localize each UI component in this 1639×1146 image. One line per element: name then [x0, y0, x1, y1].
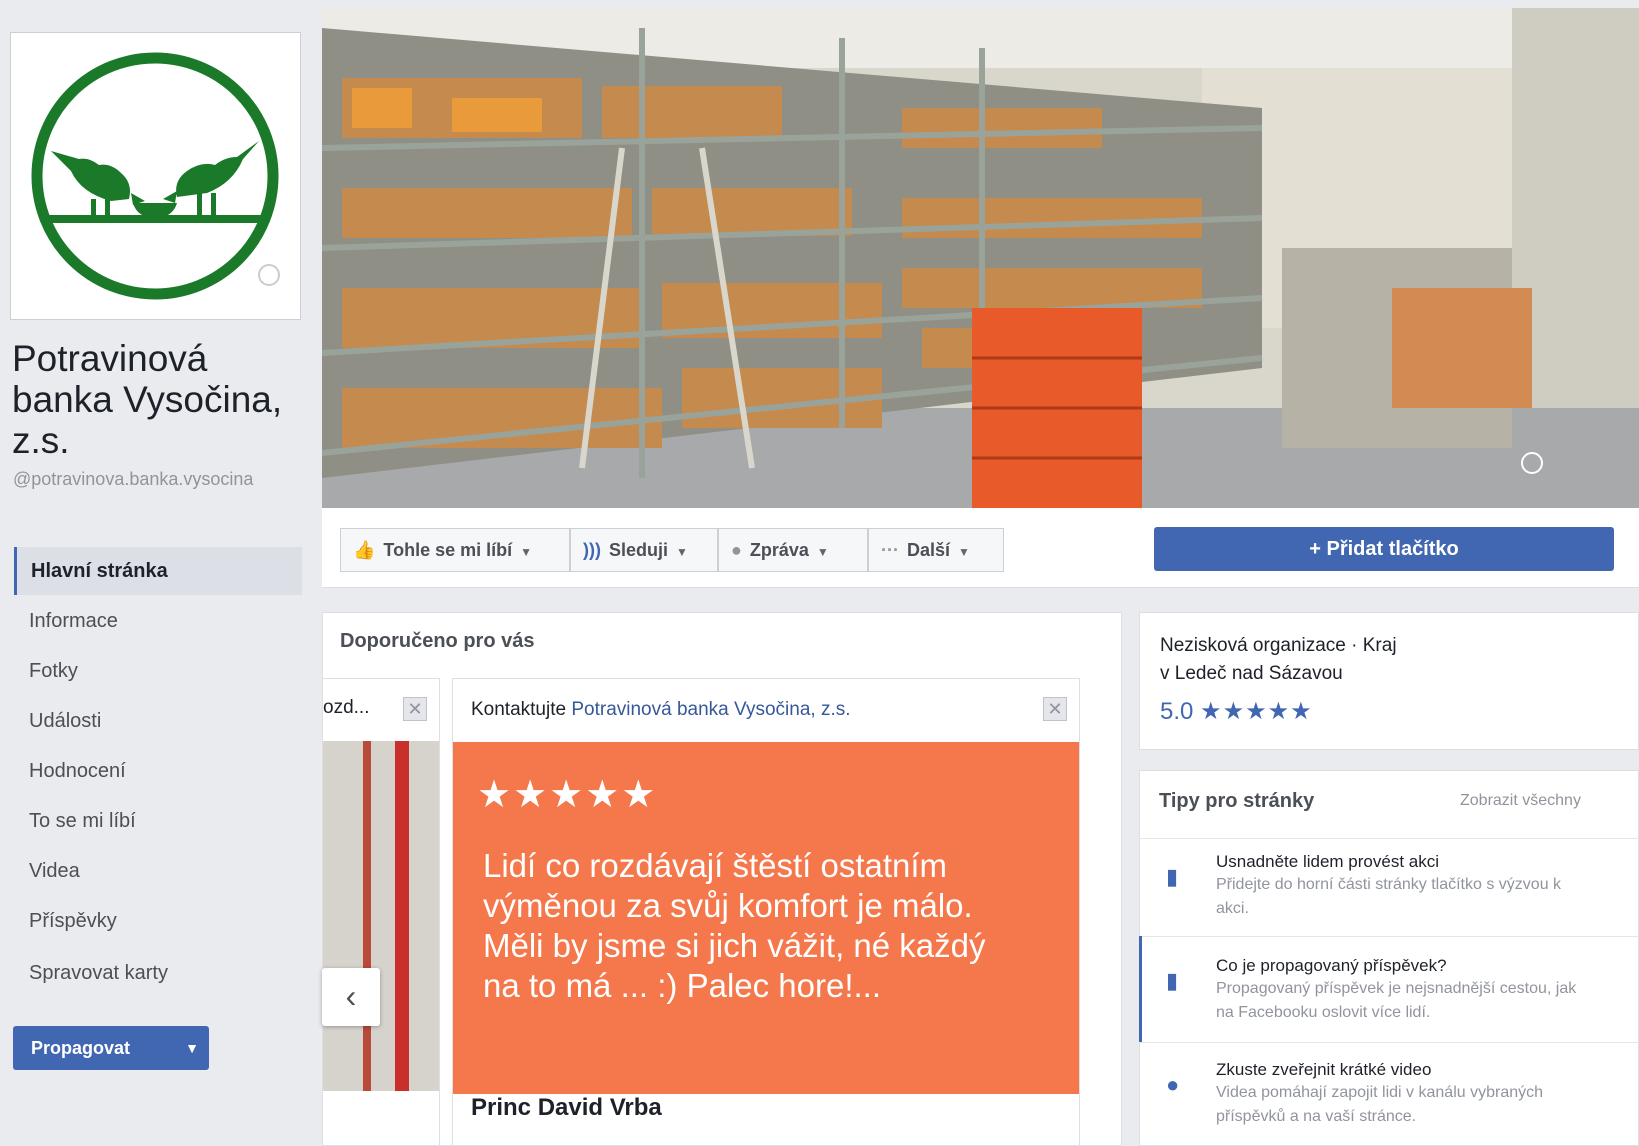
card-photo [323, 741, 439, 1091]
divider [1139, 936, 1639, 937]
like-button[interactable]: 👍 Tohle se mi líbí ▼ [340, 528, 570, 572]
message-button[interactable]: ● Zpráva ▼ [718, 528, 868, 572]
chevron-down-icon: ▼ [958, 545, 970, 559]
chevron-down-icon: ▼ [816, 545, 829, 559]
profile-picture[interactable] [10, 32, 301, 320]
recommendation-card-previous[interactable]: ozd... ✕ [322, 678, 440, 1146]
close-icon[interactable]: ✕ [403, 697, 427, 721]
more-button[interactable]: ··· Další ▼ [868, 528, 1004, 572]
bar-chart-icon: ▮ [1166, 968, 1179, 993]
chevron-down-icon: ▼ [520, 545, 533, 559]
promote-label: Propagovat [31, 1038, 131, 1058]
card-prefix: Kontaktujte [471, 699, 572, 720]
sidebar-item-events[interactable]: Události [14, 697, 302, 745]
tip-description: Propagovaný příspěvek je nejsnadnější ce… [1216, 980, 1577, 1021]
sidebar-item-manage-tabs[interactable]: Spravovat karty [14, 949, 302, 997]
sidebar-item-videos[interactable]: Videa [14, 847, 302, 895]
see-all-link[interactable]: Zobrazit všechny [1460, 792, 1581, 810]
review-stars: ★★★★★ [477, 774, 658, 816]
page-title[interactable]: Potravinová banka Vysočina, z.s. [12, 338, 312, 461]
recommended-title: Doporučeno pro vás [340, 630, 535, 652]
sidebar-item-likes[interactable]: To se mi líbí [14, 797, 302, 845]
close-icon[interactable]: ✕ [1043, 697, 1067, 721]
divider [1139, 1042, 1639, 1043]
message-bubble-icon: ● [731, 540, 742, 560]
thumbs-up-icon: 👍 [353, 540, 376, 560]
warehouse-shelves-image [322, 8, 1639, 508]
follow-label: Sleduji [608, 540, 668, 560]
chevron-down-icon: ▼ [676, 545, 688, 559]
reviewer-name[interactable]: Princ David Vrba [471, 1094, 662, 1122]
page-rating[interactable]: 5.0 ★★★★★ [1160, 697, 1313, 726]
rating-stars: ★★★★★ [1200, 698, 1313, 725]
divider [1139, 838, 1639, 839]
page-location[interactable]: v Ledeč nad Sázavou [1160, 663, 1343, 685]
bar-chart-icon: ▮ [1166, 864, 1179, 889]
cover-photo[interactable] [322, 8, 1639, 508]
review-quote-box[interactable]: ★★★★★ Lidí co rozdávají štěstí ostatním … [453, 742, 1079, 1094]
tips-title: Tipy pro stránky [1159, 790, 1315, 812]
sidebar-item-reviews[interactable]: Hodnocení [14, 747, 302, 795]
tip-title[interactable]: Usnadněte lidem provést akci [1216, 852, 1439, 872]
message-label: Zpráva [749, 540, 809, 560]
tip-description: Přidejte do horní části stránky tlačítko… [1216, 876, 1562, 917]
review-text: Lidí co rozdávají štěstí ostatním výměno… [483, 847, 986, 1004]
card-header: Kontaktujte Potravinová banka Vysočina, … [471, 699, 851, 721]
chevron-down-icon[interactable]: ▼ [185, 1026, 199, 1070]
lightbulb-icon: ● [1166, 1072, 1180, 1097]
card-title: ozd... [323, 697, 370, 718]
food-bank-logo [31, 52, 280, 300]
page-handle: @potravinova.banka.vysocina [13, 469, 254, 489]
rss-icon: ))) [583, 540, 601, 560]
tip-description: Videa pomáhají zapojit lidi v kanálu vyb… [1216, 1084, 1544, 1125]
sidebar-item-posts[interactable]: Příspěvky [14, 897, 302, 945]
page-link[interactable]: Potravinová banka Vysočina, z.s. [571, 699, 850, 720]
tip-active-indicator [1139, 936, 1142, 1042]
rating-value: 5.0 [1160, 698, 1194, 725]
chevron-left-icon: ‹ [345, 978, 357, 1014]
follow-button[interactable]: ))) Sleduji ▼ [570, 528, 718, 572]
promote-button[interactable]: Propagovat ▼ [13, 1026, 209, 1070]
more-dots-icon: ··· [881, 540, 899, 560]
more-label: Další [906, 540, 951, 560]
about-box: Nezisková organizace · Kraj v Ledeč nad … [1139, 612, 1639, 750]
tip-title[interactable]: Co je propagovaný příspěvek? [1216, 956, 1447, 976]
sidebar-item-home[interactable]: Hlavní stránka [14, 547, 302, 595]
previous-arrow-button[interactable]: ‹ [322, 968, 380, 1026]
sidebar-item-photos[interactable]: Fotky [14, 647, 302, 695]
page-category[interactable]: Nezisková organizace · Kraj [1160, 635, 1397, 657]
sidebar-item-info[interactable]: Informace [14, 597, 302, 645]
tip-title[interactable]: Zkuste zveřejnit krátké video [1216, 1060, 1431, 1080]
add-button[interactable]: + Přidat tlačítko [1154, 527, 1614, 571]
like-label: Tohle se mi líbí [383, 540, 513, 560]
